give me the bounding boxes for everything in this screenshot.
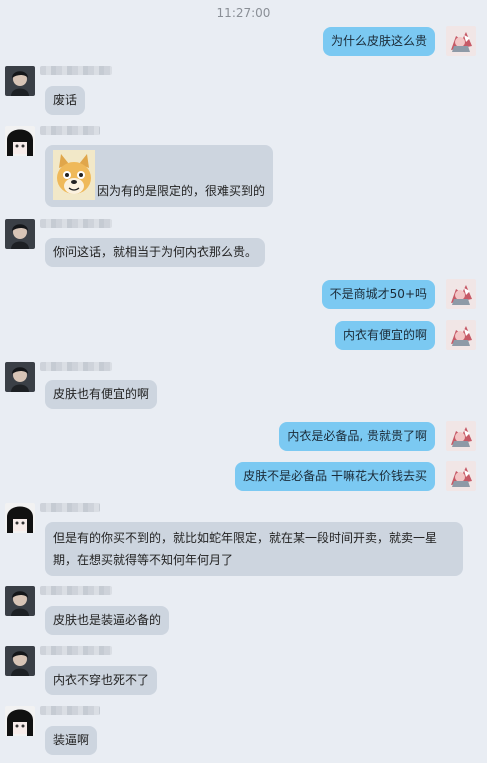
message-text: 不是商城才50+吗 bbox=[329, 287, 427, 301]
message-bubble-incoming[interactable]: 内衣不穿也死不了 bbox=[45, 666, 158, 695]
message-text: 内衣不穿也死不了 bbox=[53, 673, 150, 687]
message-text: 但是有的你买不到的，就比如蛇年限定，就在某一段时间开卖，就卖一星期，在想买就得等… bbox=[53, 531, 438, 567]
contact-avatar-photo[interactable] bbox=[5, 66, 35, 96]
contact-nickname-blurred bbox=[40, 586, 112, 595]
contact-nickname-blurred bbox=[40, 126, 100, 135]
contact-nickname-blurred bbox=[40, 66, 112, 75]
message-text: 皮肤也是装逼必备的 bbox=[53, 613, 162, 627]
chat-timestamp: 11:27:00 bbox=[216, 6, 271, 20]
self-avatar[interactable] bbox=[446, 279, 476, 309]
contact-avatar-photo[interactable] bbox=[5, 646, 35, 676]
contact-nickname-blurred bbox=[40, 646, 112, 655]
message-bubble-outgoing[interactable]: 为什么皮肤这么贵 bbox=[322, 27, 435, 56]
self-avatar[interactable] bbox=[446, 320, 476, 350]
avatar-image-anime bbox=[5, 126, 35, 156]
message-bubble-outgoing[interactable]: 内衣有便宜的啊 bbox=[334, 321, 435, 350]
message-text: 因为有的是限定的，很难买到的 bbox=[97, 184, 266, 198]
self-avatar[interactable] bbox=[446, 26, 476, 56]
message-bubble-outgoing[interactable]: 不是商城才50+吗 bbox=[321, 280, 435, 309]
avatar-image-anime bbox=[5, 503, 35, 533]
message-bubble-incoming[interactable]: 皮肤也是装逼必备的 bbox=[45, 606, 170, 635]
contact-nickname-blurred bbox=[40, 503, 100, 512]
avatar-image-photo bbox=[5, 586, 35, 616]
message-bubble-incoming[interactable]: 但是有的你买不到的，就比如蛇年限定，就在某一段时间开卖，就卖一星期，在想买就得等… bbox=[45, 522, 463, 576]
doge-sticker-image bbox=[53, 150, 95, 200]
avatar-image-self bbox=[446, 26, 476, 56]
avatar-image-photo bbox=[5, 362, 35, 392]
message-text: 为什么皮肤这么贵 bbox=[330, 34, 427, 48]
contact-nickname-blurred bbox=[40, 219, 112, 228]
message-text: 皮肤也有便宜的啊 bbox=[53, 387, 150, 401]
doge-sticker bbox=[53, 150, 95, 200]
message-text: 你问这话，就相当于为何内衣那么贵。 bbox=[53, 245, 258, 259]
message-text: 内衣有便宜的啊 bbox=[342, 328, 427, 342]
contact-avatar-photo[interactable] bbox=[5, 219, 35, 249]
message-bubble-outgoing[interactable]: 内衣是必备品, 贵就贵了啊 bbox=[279, 422, 435, 451]
avatar-image-photo bbox=[5, 646, 35, 676]
message-bubble-incoming[interactable]: 皮肤也有便宜的啊 bbox=[45, 380, 158, 409]
message-text: 内衣是必备品, 贵就贵了啊 bbox=[287, 429, 427, 443]
message-bubble-incoming[interactable]: 因为有的是限定的，很难买到的 bbox=[45, 145, 274, 207]
avatar-image-self bbox=[446, 421, 476, 451]
avatar-image-self bbox=[446, 320, 476, 350]
message-text: 皮肤不是必备品 干嘛花大价钱去买 bbox=[243, 469, 427, 483]
avatar-image-self bbox=[446, 461, 476, 491]
message-bubble-outgoing[interactable]: 皮肤不是必备品 干嘛花大价钱去买 bbox=[235, 462, 435, 491]
contact-nickname-blurred bbox=[40, 362, 112, 371]
contact-avatar-photo[interactable] bbox=[5, 586, 35, 616]
contact-nickname-blurred bbox=[40, 706, 100, 715]
self-avatar[interactable] bbox=[446, 461, 476, 491]
avatar-image-anime bbox=[5, 706, 35, 736]
message-bubble-incoming[interactable]: 你问这话，就相当于为何内衣那么贵。 bbox=[45, 238, 266, 267]
contact-avatar-photo[interactable] bbox=[5, 362, 35, 392]
avatar-image-photo bbox=[5, 219, 35, 249]
message-text: 装逼啊 bbox=[53, 733, 90, 747]
contact-avatar-anime[interactable] bbox=[5, 503, 35, 533]
avatar-image-photo bbox=[5, 66, 35, 96]
contact-avatar-anime[interactable] bbox=[5, 126, 35, 156]
message-text: 废话 bbox=[53, 93, 78, 107]
avatar-image-self bbox=[446, 279, 476, 309]
contact-avatar-anime[interactable] bbox=[5, 706, 35, 736]
message-bubble-incoming[interactable]: 废话 bbox=[45, 86, 86, 115]
message-bubble-incoming[interactable]: 装逼啊 bbox=[45, 726, 98, 755]
self-avatar[interactable] bbox=[446, 421, 476, 451]
